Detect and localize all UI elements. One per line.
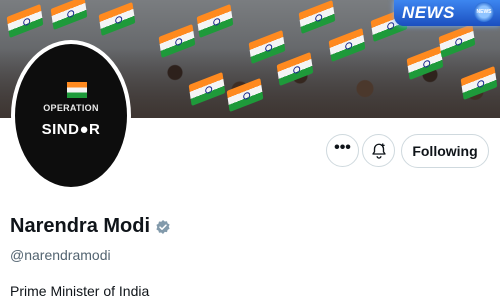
following-button[interactable]: Following [401, 134, 489, 168]
flag-image [197, 4, 234, 38]
flag-image [299, 0, 336, 34]
profile-bio: Prime Minister of India [10, 283, 150, 299]
profile-handle: @narendramodi [10, 247, 111, 263]
news-logo-text: NEWS [402, 3, 455, 22]
profile-avatar[interactable]: OPERATION SIND●R [11, 40, 131, 191]
news-logo-globe: NEWS [474, 2, 494, 22]
flag-image [7, 4, 44, 38]
bell-plus-icon [371, 143, 386, 159]
flag-image [51, 0, 88, 30]
news-logo: NEWS NEWS [394, 0, 500, 26]
flag-icon [67, 82, 87, 98]
profile-name: Narendra Modi [10, 215, 151, 237]
more-button[interactable]: ••• [326, 134, 359, 167]
more-icon: ••• [334, 138, 351, 156]
flag-image [99, 2, 136, 36]
avatar-line2: SIND●R [41, 121, 101, 138]
notifications-button[interactable] [362, 134, 395, 167]
profile-name-row: Narendra Modi [10, 215, 171, 238]
avatar-line1: OPERATION [43, 103, 99, 113]
verified-badge-icon [156, 219, 170, 234]
